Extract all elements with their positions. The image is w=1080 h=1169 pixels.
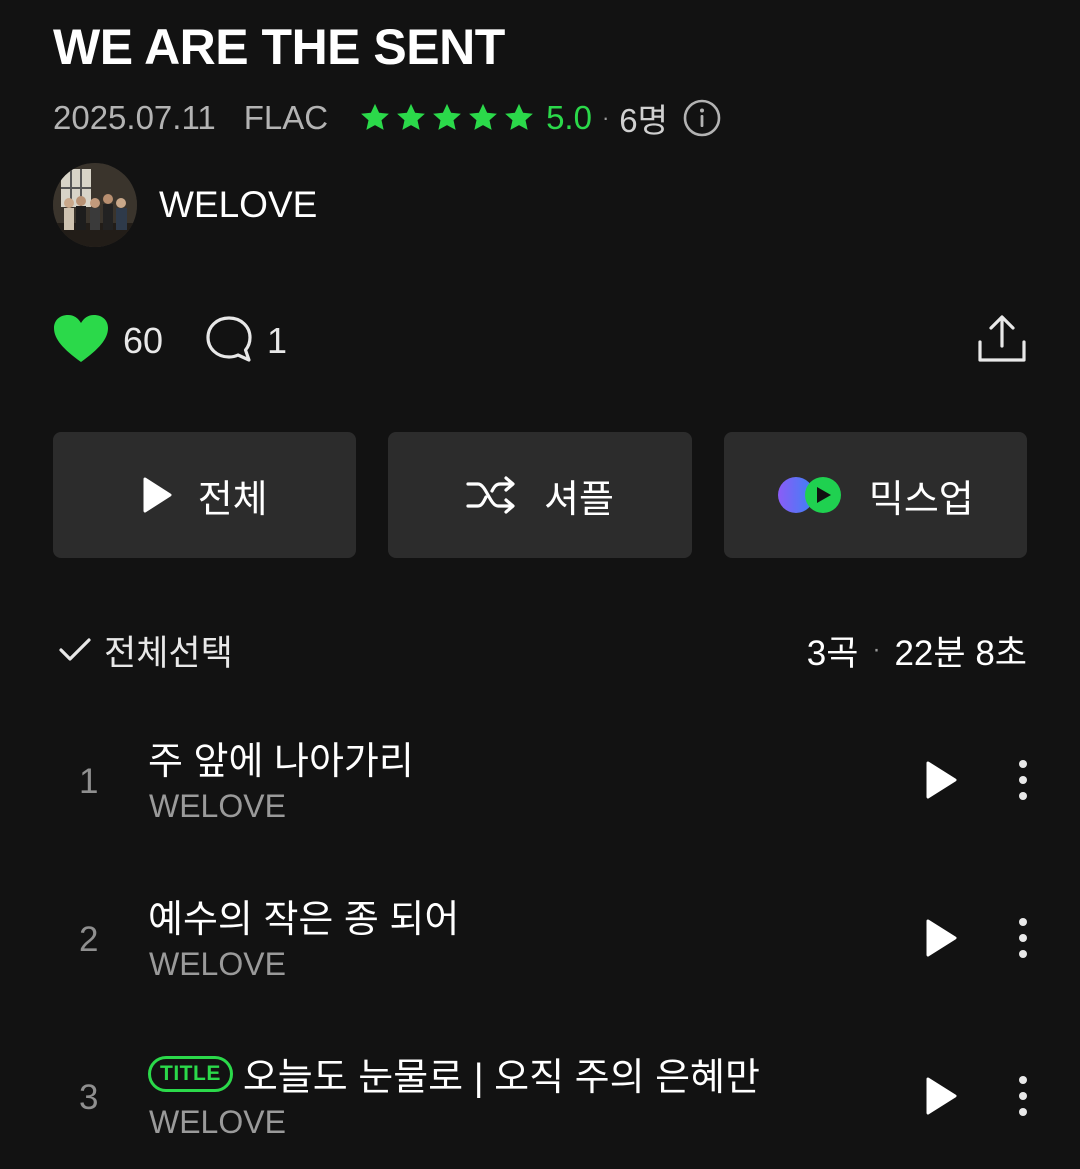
select-all-label[interactable]: 전체선택	[104, 625, 233, 676]
mixup-icon	[777, 476, 843, 514]
album-meta: 2025.07.11 FLAC 5.0 · 6명	[53, 96, 722, 140]
like-count: 60	[123, 320, 164, 361]
track-number: 1	[79, 762, 99, 801]
mixup-label: 믹스업	[868, 478, 974, 521]
rater-count: 6명	[619, 102, 668, 139]
track-title[interactable]: TITLE 오늘도 눈물로 | 오직 주의 은혜만	[148, 1046, 760, 1101]
shuffle-icon	[466, 476, 518, 514]
like-button[interactable]: 60	[53, 314, 163, 369]
star-icon	[394, 101, 428, 135]
track-title-text: 주 앞에 나아가리	[148, 741, 414, 783]
total-duration: 22분 8초	[894, 633, 1027, 673]
play-all-label: 전체	[197, 478, 268, 521]
action-buttons: 전체 셔플 믹스업	[53, 432, 1027, 558]
track-title-text: 예수의 작은 종 되어	[148, 899, 460, 941]
more-vertical-icon[interactable]	[1010, 758, 1036, 802]
track-row[interactable]: 1 주 앞에 나아가리 WELOVE	[0, 720, 1080, 850]
track-number: 3	[79, 1078, 99, 1117]
separator-dot: ·	[601, 105, 610, 130]
track-artist[interactable]: WELOVE	[149, 788, 286, 825]
track-title-text: 오늘도 눈물로 | 오직 주의 은혜만	[242, 1057, 760, 1099]
track-title[interactable]: 예수의 작은 종 되어	[148, 888, 459, 943]
share-button[interactable]	[977, 314, 1027, 369]
shuffle-button[interactable]: 셔플	[388, 432, 692, 558]
comment-icon[interactable]	[205, 315, 253, 368]
mixup-button[interactable]: 믹스업	[723, 432, 1027, 558]
play-track-button[interactable]	[924, 1076, 958, 1116]
check-icon[interactable]	[58, 635, 92, 665]
rating-value: 5.0	[546, 99, 592, 136]
track-title[interactable]: 주 앞에 나아가리	[148, 730, 414, 785]
rating-stars	[358, 101, 536, 135]
release-date: 2025.07.11	[53, 99, 216, 136]
social-row: 60 1	[53, 313, 1027, 369]
separator-dot: ·	[872, 636, 881, 663]
star-icon	[466, 101, 500, 135]
share-icon[interactable]	[977, 314, 1027, 369]
star-icon	[430, 101, 464, 135]
play-track-button[interactable]	[924, 918, 958, 958]
track-artist[interactable]: WELOVE	[149, 1104, 286, 1141]
more-vertical-icon[interactable]	[1010, 916, 1036, 960]
track-row[interactable]: 3 TITLE 오늘도 눈물로 | 오직 주의 은혜만 WELOVE	[0, 1036, 1080, 1166]
comment-button[interactable]: 1	[205, 315, 287, 368]
play-all-button[interactable]: 전체	[53, 432, 357, 558]
star-icon	[358, 101, 392, 135]
more-vertical-icon[interactable]	[1010, 1074, 1036, 1118]
comment-count: 1	[267, 320, 288, 361]
track-row[interactable]: 2 예수의 작은 종 되어 WELOVE	[0, 878, 1080, 1008]
star-icon	[502, 101, 536, 135]
shuffle-label: 셔플	[544, 478, 614, 521]
album-title: WE ARE THE SENT	[53, 19, 505, 75]
heart-icon[interactable]	[53, 314, 109, 369]
track-count: 3곡	[806, 633, 859, 673]
audio-format: FLAC	[243, 99, 329, 136]
track-artist[interactable]: WELOVE	[149, 946, 286, 983]
track-summary: 3곡 · 22분 8초	[807, 625, 1027, 676]
track-number: 2	[79, 920, 99, 959]
info-icon[interactable]	[682, 98, 722, 138]
play-icon	[142, 477, 172, 513]
artist-row[interactable]: WELOVE	[53, 163, 317, 247]
play-track-button[interactable]	[924, 760, 958, 800]
title-track-badge: TITLE	[148, 1055, 233, 1092]
track-list-header: 전체선택 3곡 · 22분 8초	[58, 626, 1027, 674]
artist-avatar[interactable]	[53, 163, 137, 247]
select-all-button[interactable]: 전체선택	[58, 625, 233, 676]
artist-name[interactable]: WELOVE	[159, 184, 317, 226]
